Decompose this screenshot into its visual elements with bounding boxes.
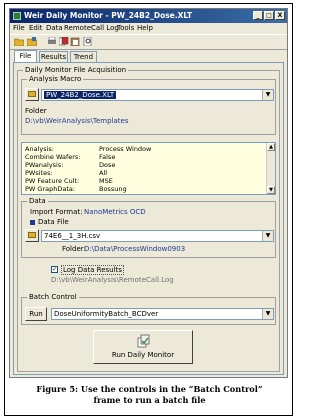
close-button[interactable]: X [275,11,285,20]
figure-caption: Figure 5: Use the controls in the “Batch… [13,384,286,406]
caption-line-1: Figure 5: Use the controls in the “Batch… [36,384,263,394]
menu-file[interactable]: File [13,23,25,34]
analysis-macro-group: Analysis Macro PW_24B2_Dose.XLT ▼ Folder… [21,75,276,135]
macro-properties-list[interactable]: Analysis: Process Window Combine Wafers: F… [21,142,276,195]
data-folder-path: D:\Data\ProcessWindow0903 [84,245,186,253]
list-item: Combine Wafers: False [25,153,116,161]
chevron-down-icon[interactable]: ▼ [262,231,273,241]
title-bar[interactable]: Weir Daily Monitor - PW_24B2_Dose.XLT _ … [10,9,287,23]
analysis-macro-label: Analysis Macro [27,75,84,84]
scroll-down-icon[interactable]: ▼ [267,186,275,194]
figure-frame: Weir Daily Monitor - PW_24B2_Dose.XLT _ … [4,3,293,416]
maximize-button[interactable]: □ [264,11,274,20]
app-window: Weir Daily Monitor - PW_24B2_Dose.XLT _ … [9,8,288,378]
batch-file-value: DoseUniformityBatch_BCDver [54,310,159,318]
run-daily-monitor-label: Run Daily Monitor [111,351,175,359]
acquisition-group-label: Daily Monitor File Acquisition [23,66,129,75]
run-daily-monitor-button[interactable]: Run Daily Monitor [93,330,193,364]
file-tab-panel: Daily Monitor File Acquisition Analysis … [13,62,284,375]
log-path: D:\vb\WeirAnalysis\RemoteCall.Log [51,276,174,284]
scroll-up-icon[interactable]: ▲ [267,143,275,151]
batch-control-label: Batch Control [27,293,79,302]
menu-edit[interactable]: Edit [29,23,43,34]
toolbar [10,34,287,50]
open-folder-icon[interactable] [14,37,24,46]
browse-data-button[interactable] [25,229,39,242]
window-title: Weir Daily Monitor - PW_24B2_Dose.XLT [24,11,193,20]
list-item: PW Feature Cult: MSE [25,177,113,185]
run-batch-button[interactable]: Run [25,307,47,321]
data-group: Data Import Format: NanoMetrics OCD Data… [21,197,276,258]
analysis-macro-select[interactable]: PW_24B2_Dose.XLT ▼ [41,89,274,101]
analysis-macro-value: PW_24B2_Dose.XLT [44,91,117,99]
data-file-label: Data File [38,218,69,226]
data-group-label: Data [27,197,48,206]
folder-icon [28,91,36,97]
list-scrollbar[interactable]: ▲ ▼ [266,143,275,194]
app-icon [13,12,21,20]
log-data-label[interactable]: Log Data Results [61,265,124,275]
data-folder-label: Folder: [62,245,86,253]
copy-icon[interactable] [59,37,69,46]
list-item: PWsites: All [25,169,108,177]
run-monitor-icon [137,334,150,348]
batch-file-select[interactable]: DoseUniformityBatch_BCDver ▼ [51,308,274,320]
tab-results[interactable]: Results [39,51,68,62]
chevron-down-icon[interactable]: ▼ [262,309,273,319]
menu-tools[interactable]: Tools [117,23,134,34]
import-format-value: NanoMetrics OCD [84,208,146,216]
list-item: PWanalysis: Dose [25,161,116,169]
paste-icon[interactable] [70,37,80,46]
tab-trend[interactable]: Trend [70,51,97,62]
data-file-select[interactable]: 74E6__1_3H.csv ▼ [41,230,274,242]
chevron-down-icon[interactable]: ▼ [262,90,273,100]
browse-macro-button[interactable] [25,88,39,101]
menu-remotecall-log[interactable]: RemoteCall Log [64,23,119,34]
print-icon[interactable] [47,37,57,46]
acquisition-group: Daily Monitor File Acquisition Analysis … [17,66,280,372]
caption-line-2: frame to run a batch file [93,395,206,405]
macro-folder-label: Folder [25,107,47,115]
list-item: Analysis: Process Window [25,145,152,153]
folder-icon [28,232,36,238]
log-data-checkbox[interactable]: ✓ [51,266,58,273]
data-file-marker-icon [30,220,35,225]
macro-folder-path: D:\vb\WeirAnalysis\Templates [25,117,129,125]
menu-help[interactable]: Help [137,23,153,34]
import-format-label: Import Format: [30,208,83,216]
data-file-value: 74E6__1_3H.csv [44,232,101,240]
menu-data[interactable]: Data [46,23,63,34]
open-icon[interactable] [27,37,37,46]
preview-icon[interactable] [83,37,93,46]
list-item: PW GraphData: Bossung [25,185,127,193]
minimize-button[interactable]: _ [253,11,263,20]
batch-control-group: Batch Control Run DoseUniformityBatch_BC… [21,293,276,325]
menu-bar: File Edit Data RemoteCall Log Tools Help [10,23,287,34]
